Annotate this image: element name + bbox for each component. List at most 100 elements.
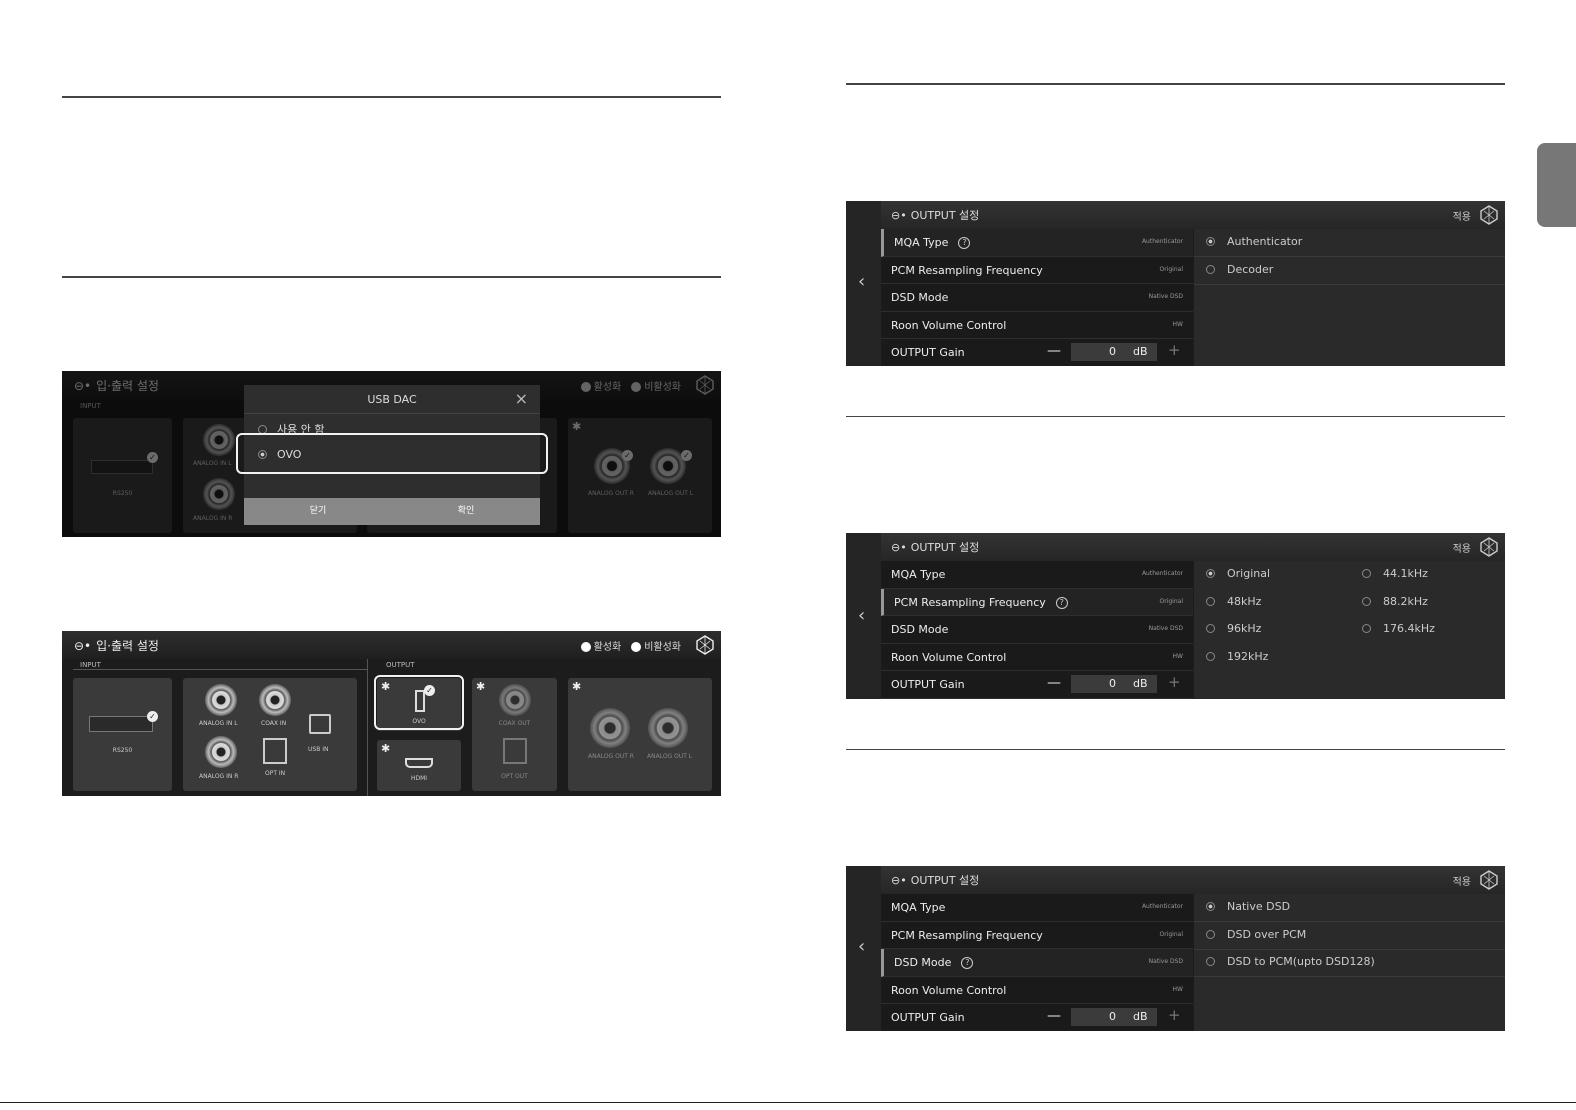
output-title: ⊖• OUTPUT 설정 <box>891 873 980 888</box>
plus-icon[interactable]: + <box>1168 341 1181 359</box>
confirm-button[interactable]: 확인 <box>392 498 540 525</box>
close-button[interactable]: 닫기 <box>244 498 392 525</box>
side-bar: ‹ <box>846 201 881 366</box>
option-44-1khz[interactable]: 44.1kHz <box>1362 567 1428 580</box>
menu-item-dsd-mode[interactable]: DSD Mode Native DSD <box>881 616 1193 644</box>
option-authenticator[interactable]: Authenticator <box>1206 235 1302 248</box>
menu-item-mqa-type[interactable]: MQA Type? Authenticator <box>881 229 1193 257</box>
apply-button[interactable]: 적용 <box>1453 540 1471 555</box>
chevron-left-icon[interactable]: ‹ <box>858 271 865 292</box>
active-dot-icon <box>580 642 591 652</box>
settings-menu: MQA Type? Authenticator PCM Resampling Fr… <box>881 229 1193 366</box>
minus-icon[interactable]: — <box>1047 675 1061 691</box>
io-title: ⊖• 입·출력 설정 <box>74 638 159 654</box>
option-native-dsd[interactable]: Native DSD <box>1206 900 1290 913</box>
input-section-label: INPUT <box>80 661 101 669</box>
output-settings-icon: ⊖• <box>891 208 907 222</box>
analog-in-r-label: ANALOG IN R <box>199 773 239 780</box>
rca-jack-icon <box>205 736 237 768</box>
section-rule <box>846 416 1505 417</box>
help-icon[interactable]: ? <box>961 957 974 969</box>
option-original[interactable]: Original <box>1206 567 1270 580</box>
option-48khz[interactable]: 48kHz <box>1206 595 1261 608</box>
plus-icon[interactable]: + <box>1168 673 1181 691</box>
menu-item-pcm-resampling[interactable]: PCM Resampling Frequency? Original <box>881 588 1193 616</box>
radio-selected-icon <box>1206 237 1215 246</box>
analog-out-card[interactable]: ✱ ANALOG OUT R ANALOG OUT L <box>568 678 712 791</box>
option-192khz[interactable]: 192kHz <box>1206 650 1268 663</box>
gain-field[interactable]: 0 dB <box>1071 343 1157 361</box>
hdmi-port-icon <box>405 758 433 768</box>
menu-item-roon-volume[interactable]: Roon Volume Control HW <box>881 976 1193 1004</box>
help-icon[interactable]: ? <box>958 237 971 249</box>
dialog-title: USB DAC <box>367 393 417 406</box>
option-decoder[interactable]: Decoder <box>1206 263 1273 276</box>
source-card[interactable]: ✓ RS250 <box>73 678 172 791</box>
divider <box>1194 976 1505 977</box>
menu-item-dsd-mode[interactable]: DSD Mode Native DSD <box>881 284 1193 312</box>
analog-out-l-label: ANALOG OUT L <box>647 753 693 760</box>
gain-field[interactable]: 0 dB <box>1071 675 1157 693</box>
analog-in-l-label: ANALOG IN L <box>199 720 238 727</box>
chevron-left-icon[interactable]: ‹ <box>858 936 865 957</box>
option-dsd-to-pcm[interactable]: DSD to PCM(upto DSD128) <box>1206 955 1375 968</box>
gear-icon[interactable]: ✱ <box>476 680 485 693</box>
chevron-left-icon[interactable]: ‹ <box>858 605 865 626</box>
gear-icon[interactable]: ✱ <box>381 742 390 755</box>
output-settings-icon: ⊖• <box>891 540 907 554</box>
menu-item-pcm-resampling[interactable]: PCM Resampling Frequency Original <box>881 256 1193 284</box>
gear-icon[interactable]: ✱ <box>572 680 581 693</box>
inactive-dot-icon <box>631 642 642 652</box>
radio-icon <box>1362 569 1371 578</box>
section-rule <box>846 83 1505 85</box>
menu-item-mqa-type[interactable]: MQA Type Authenticator <box>881 561 1193 589</box>
input-card[interactable]: ANALOG IN L COAX IN USB IN ANALOG IN R O… <box>183 678 357 791</box>
apply-button[interactable]: 적용 <box>1453 208 1471 223</box>
rca-jack-icon <box>499 684 531 716</box>
menu-item-output-gain: OUTPUT Gain —0 dB + <box>881 671 1193 699</box>
io-legend: 활성화 비활성화 <box>580 638 681 653</box>
side-bar: ‹ <box>846 866 881 1031</box>
menu-item-mqa-type[interactable]: MQA Type Authenticator <box>881 894 1193 922</box>
gain-field[interactable]: 0 dB <box>1071 1008 1157 1026</box>
close-icon[interactable]: × <box>515 389 528 408</box>
apply-button[interactable]: 적용 <box>1453 873 1471 888</box>
brand-logo-icon <box>1480 537 1498 557</box>
options-panel: Original 44.1kHz 48kHz 88.2kHz 96kHz 176… <box>1194 561 1505 699</box>
section-rule <box>62 96 721 98</box>
output-settings-mqa-screenshot: ‹ ⊖• OUTPUT 설정 적용 MQA Type? Authenticator … <box>846 201 1505 366</box>
digital-out-card[interactable]: ✱ COAX OUT OPT OUT <box>472 678 557 791</box>
radio-selected-icon <box>1206 902 1215 911</box>
divider <box>1194 284 1505 285</box>
output-title: ⊖• OUTPUT 설정 <box>891 208 980 223</box>
menu-item-pcm-resampling[interactable]: PCM Resampling Frequency Original <box>881 921 1193 949</box>
coax-in-label: COAX IN <box>261 720 287 727</box>
menu-item-dsd-mode[interactable]: DSD Mode? Native DSD <box>881 949 1193 977</box>
rca-jack-icon <box>590 708 630 748</box>
menu-item-output-gain: OUTPUT Gain —0 dB + <box>881 1004 1193 1031</box>
radio-icon <box>1206 930 1215 939</box>
minus-icon[interactable]: — <box>1047 343 1061 359</box>
plus-icon[interactable]: + <box>1168 1006 1181 1024</box>
radio-icon <box>1362 597 1371 606</box>
option-176-4khz[interactable]: 176.4kHz <box>1362 622 1435 635</box>
section-rule <box>62 276 721 278</box>
dialog-footer: 닫기 확인 <box>244 498 540 525</box>
menu-item-roon-volume[interactable]: Roon Volume Control HW <box>881 311 1193 339</box>
io-settings-screenshot: ⊖• 입·출력 설정 활성화 비활성화 INPUT OUTPUT ✓ RS250… <box>62 631 721 796</box>
option-dsd-over-pcm[interactable]: DSD over PCM <box>1206 928 1306 941</box>
usb-in-label: USB IN <box>308 746 329 753</box>
menu-item-roon-volume[interactable]: Roon Volume Control HW <box>881 643 1193 671</box>
help-icon[interactable]: ? <box>1055 596 1068 609</box>
rca-jack-icon <box>205 684 237 716</box>
io-settings-dialog-screenshot: ⊖• 입·출력 설정 활성화 비활성화 INPUT ✓ RS250 ANALOG… <box>62 371 721 537</box>
option-96khz[interactable]: 96kHz <box>1206 622 1261 635</box>
hdmi-label: HDMI <box>410 775 428 782</box>
minus-icon[interactable]: — <box>1047 1008 1061 1024</box>
settings-menu: MQA Type Authenticator PCM Resampling Fre… <box>881 561 1193 699</box>
hdmi-card[interactable]: ✱ HDMI <box>377 740 461 791</box>
output-settings-dsd-screenshot: ‹ ⊖• OUTPUT 설정 적용 MQA Type Authenticator P… <box>846 866 1505 1031</box>
option-88-2khz[interactable]: 88.2kHz <box>1362 595 1428 608</box>
radio-icon <box>1206 652 1215 661</box>
opt-in-label: OPT IN <box>265 770 286 777</box>
